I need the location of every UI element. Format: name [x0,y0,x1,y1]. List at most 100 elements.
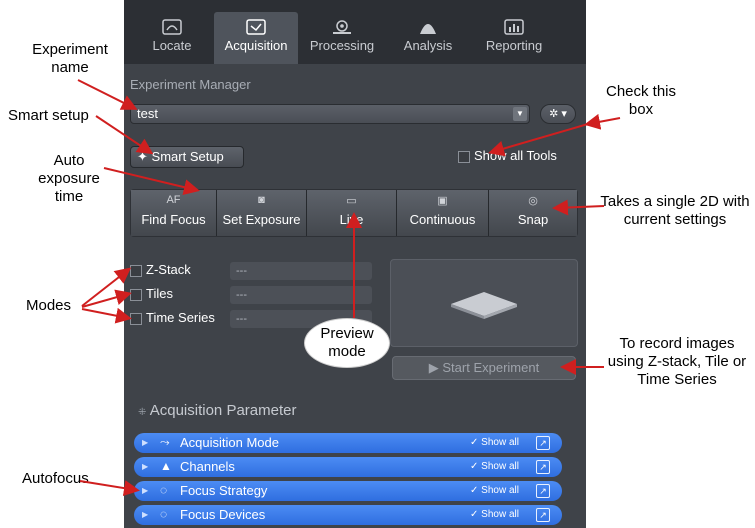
show-all-label: Show all [481,509,519,520]
mode-label: Time Series [146,310,215,325]
section-acquisition-mode[interactable]: ▶ ⤳ Acquisition Mode ✓ Show all ↗ [134,433,562,453]
find-focus-button[interactable]: AF Find Focus [131,190,217,236]
acquisition-toolbar: AF Find Focus ◙ Set Exposure ▭ Live ▣ Co… [130,189,578,237]
show-all-tools-toggle[interactable]: Show all Tools [458,148,557,163]
show-all-toggle[interactable]: ✓ Show all [470,509,519,520]
acquisition-parameter-label: Acquisition Parameter [149,402,297,419]
processing-icon [333,20,351,34]
arrow-modes-z-stack [81,267,132,307]
mode-time-series[interactable]: Time Series --- [130,310,372,328]
continuous-icon: ▣ [437,195,448,207]
section-focus-strategy[interactable]: ▶ ◌ Focus Strategy ✓ Show all ↗ [134,481,562,501]
focus-devices-icon: ◌ [160,507,168,521]
snap-button[interactable]: ◎ Snap [489,190,577,236]
play-icon: ▶ [428,360,439,375]
camera-icon: ◙ [258,194,265,206]
expand-icon: ▶ [142,462,149,471]
section-channels[interactable]: ▶ ▲ Channels ✓ Show all ↗ [134,457,562,477]
experiment-manager-title: Experiment Manager [130,77,251,92]
snap-label: Snap [517,212,549,227]
annotation-autofocus: Autofocus [22,470,89,487]
z-stack-checkbox[interactable] [130,264,142,277]
arrow-modes-time-series [81,307,132,324]
mode-z-stack[interactable]: Z-Stack --- [130,262,372,280]
autofocus-icon: AF [166,194,181,206]
expand-icon: ▶ [142,486,149,495]
mode-label: Tiles [146,286,173,301]
experiment-select[interactable]: test ▼ [130,104,530,124]
acquisition-parameter-title: ⁜ Acquisition Parameter [138,402,296,419]
tab-label: Reporting [485,38,543,53]
arrow-modes-tiles [81,289,132,308]
expand-icon: ▶ [142,438,149,447]
show-all-label: Show all [481,461,519,472]
experiment-name-value: test [137,106,158,121]
tiles-value: --- [230,286,372,304]
show-all-tools-label: Show all Tools [474,148,557,163]
live-icon: ▭ [346,195,357,207]
time-series-checkbox[interactable] [130,312,142,325]
tab-acquisition[interactable]: Acquisition [214,12,298,64]
live-label: Live [339,212,364,227]
tab-analysis[interactable]: Analysis [386,12,470,64]
set-exposure-button[interactable]: ◙ Set Exposure [217,190,307,236]
snap-icon: ◎ [528,195,538,207]
tab-bar: Locate Acquisition Processing Analysis R… [124,0,586,64]
focus-strategy-icon: ◌ [160,483,168,497]
grip-icon: ⁜ [138,407,147,418]
smart-setup-button[interactable]: ✦ Smart Setup [130,146,244,168]
set-exposure-label: Set Exposure [222,212,301,227]
annotation-modes: Modes [26,297,72,314]
acquisition-mode-icon: ⤳ [160,435,170,449]
tiles-checkbox[interactable] [130,288,142,301]
tab-processing[interactable]: Processing [300,12,384,64]
analysis-icon [420,24,436,34]
external-link-icon[interactable]: ↗ [536,508,550,522]
live-button[interactable]: ▭ Live [307,190,397,236]
tab-label: Analysis [403,38,453,53]
mode-label: Z-Stack [146,262,191,277]
z-stack-value: --- [230,262,372,280]
show-all-label: Show all [481,437,519,448]
start-experiment-button[interactable]: ▶ Start Experiment [392,356,576,380]
show-all-toggle[interactable]: ✓ Show all [470,461,519,472]
section-focus-devices[interactable]: ▶ ◌ Focus Devices ✓ Show all ↗ [134,505,562,525]
sample-carrier-image [451,292,517,319]
mode-tiles[interactable]: Tiles --- [130,286,372,304]
smart-setup-label: Smart Setup [151,149,224,164]
show-all-label: Show all [481,485,519,496]
find-focus-label: Find Focus [141,212,206,227]
show-all-tools-checkbox[interactable] [458,150,470,163]
annotation-preview-mode: Preview mode [304,318,390,368]
continuous-label: Continuous [409,212,476,227]
section-label: Acquisition Mode [180,435,279,450]
start-experiment-label: Start Experiment [442,360,540,375]
section-label: Focus Strategy [180,483,268,498]
external-link-icon[interactable]: ↗ [536,436,550,450]
tab-label: Locate [152,38,192,53]
tab-reporting[interactable]: Reporting [472,12,556,64]
annotation-check-box: Check this box [605,83,677,118]
experiment-preview [390,259,578,347]
tab-locate[interactable]: Locate [130,12,214,64]
channels-icon: ▲ [160,459,172,473]
annotation-record: To record images using Z-stack, Tile or … [607,335,747,388]
section-label: Channels [180,459,235,474]
acquisition-icon [246,19,266,35]
external-link-icon[interactable]: ↗ [536,484,550,498]
wand-icon: ✦ [137,149,148,164]
show-all-toggle[interactable]: ✓ Show all [470,485,519,496]
gear-icon: ✲ ▾ [549,108,567,120]
chevron-down-icon: ▼ [513,107,527,121]
annotation-smart-setup: Smart setup [8,107,89,124]
tab-label: Processing [309,38,375,53]
continuous-button[interactable]: ▣ Continuous [397,190,489,236]
section-label: Focus Devices [180,507,266,522]
external-link-icon[interactable]: ↗ [536,460,550,474]
experiment-options-button[interactable]: ✲ ▾ [540,104,576,124]
annotation-snap: Takes a single 2D with current settings [600,193,750,228]
annotation-auto-exposure: Auto exposure time [38,152,100,205]
show-all-toggle[interactable]: ✓ Show all [470,437,519,448]
annotation-experiment-name: Experiment name [32,41,108,76]
tab-label: Acquisition [224,38,288,53]
